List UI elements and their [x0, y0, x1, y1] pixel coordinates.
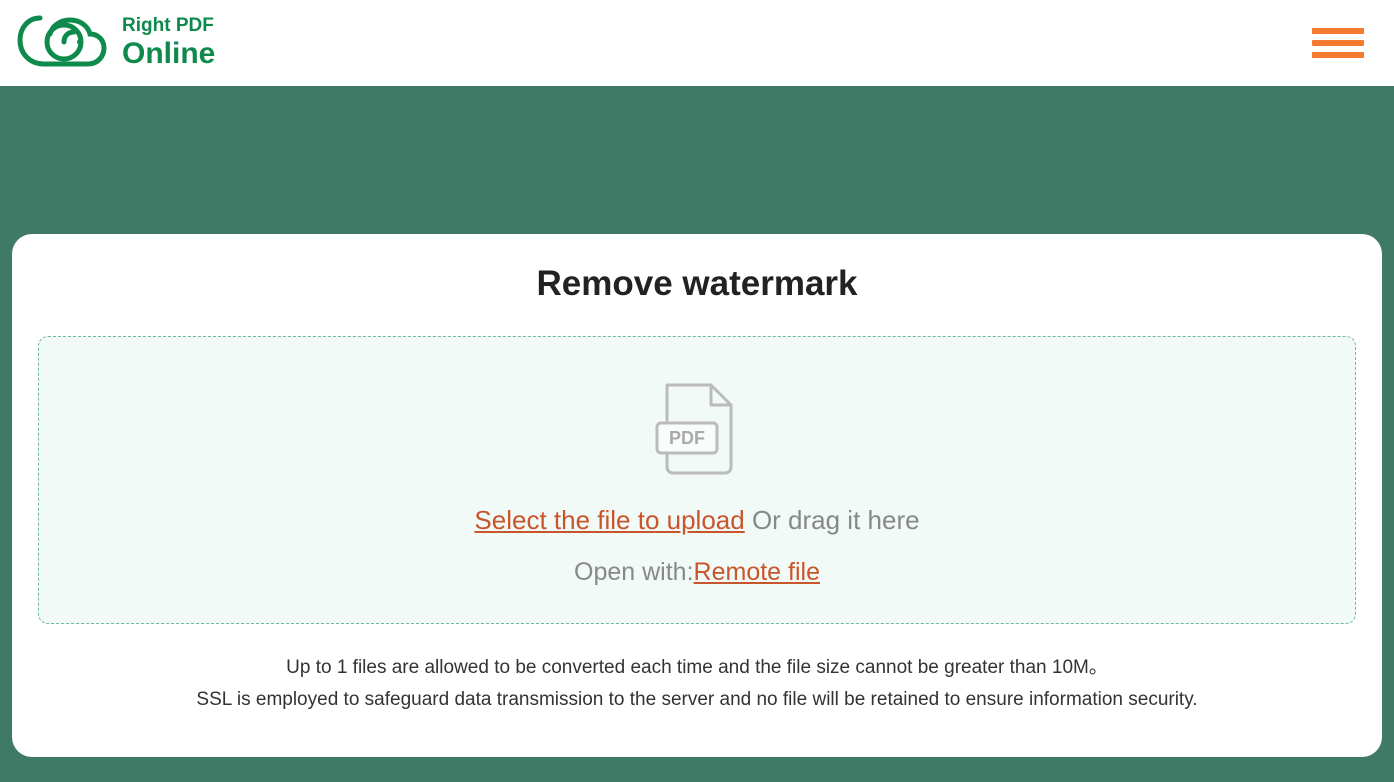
open-with-row: Open with:Remote file	[59, 558, 1335, 587]
hamburger-line-icon	[1312, 40, 1364, 46]
select-file-link[interactable]: Select the file to upload	[474, 505, 744, 535]
open-with-label: Open with:	[574, 558, 694, 586]
info-line-2: SSL is employed to safeguard data transm…	[38, 684, 1356, 716]
logo-text: Right PDF Online	[122, 15, 215, 71]
header: Right PDF Online	[0, 0, 1394, 86]
page-title: Remove watermark	[38, 264, 1356, 304]
pdf-file-icon: PDF	[653, 381, 741, 477]
remote-file-link[interactable]: Remote file	[694, 558, 820, 586]
main-card: Remove watermark PDF Select the file to …	[12, 234, 1382, 757]
file-drop-zone[interactable]: PDF Select the file to upload Or drag it…	[38, 336, 1356, 624]
drag-instruction-text: Or drag it here	[745, 505, 920, 535]
svg-text:PDF: PDF	[669, 428, 705, 448]
info-text: Up to 1 files are allowed to be converte…	[38, 652, 1356, 717]
info-line-1: Up to 1 files are allowed to be converte…	[38, 652, 1356, 684]
logo-text-bottom: Online	[122, 37, 215, 72]
logo-text-top: Right PDF	[122, 15, 215, 37]
logo-icon	[10, 6, 110, 80]
pdf-icon-container: PDF	[59, 381, 1335, 477]
logo[interactable]: Right PDF Online	[10, 6, 215, 80]
spacer	[0, 86, 1394, 234]
upload-instruction: Select the file to upload Or drag it her…	[59, 505, 1335, 536]
hamburger-line-icon	[1312, 28, 1364, 34]
hamburger-line-icon	[1312, 52, 1364, 58]
hamburger-menu-button[interactable]	[1312, 28, 1364, 58]
